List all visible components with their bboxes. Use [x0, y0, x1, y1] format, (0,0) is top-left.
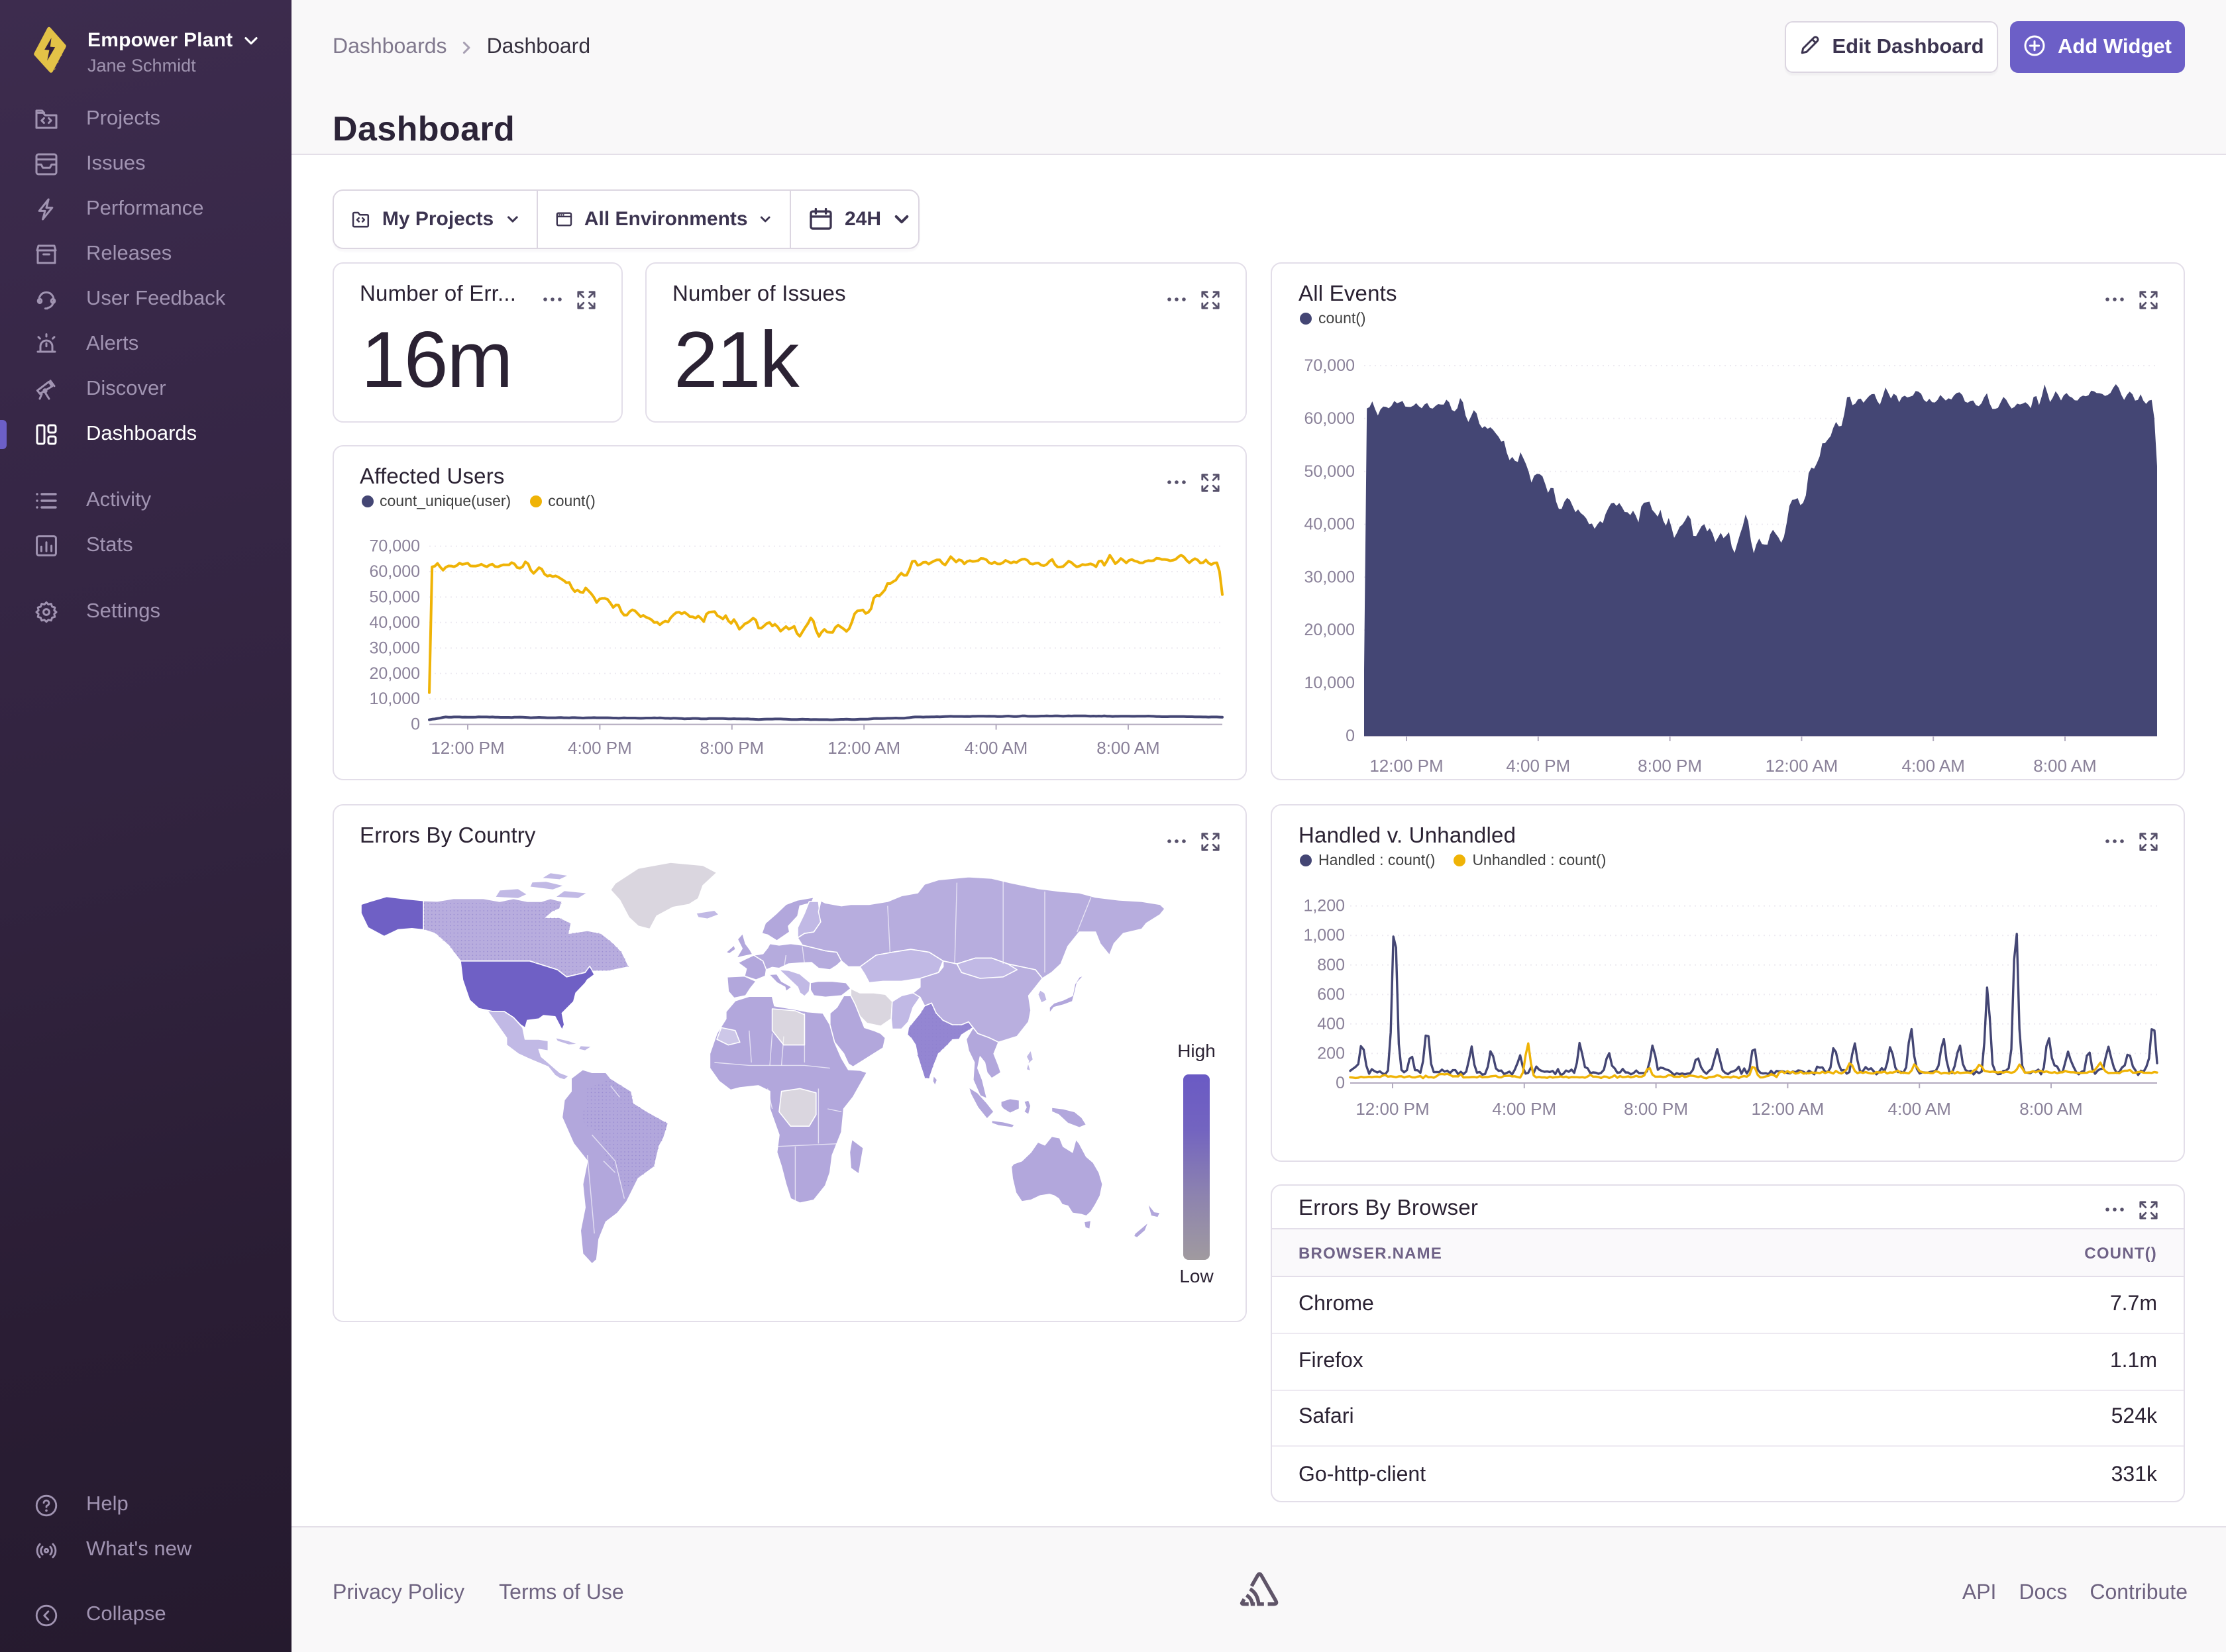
svg-text:50,000: 50,000 [1304, 462, 1355, 481]
svg-text:12:00 AM: 12:00 AM [1751, 1099, 1824, 1119]
svg-text:4:00 AM: 4:00 AM [1901, 756, 1964, 776]
svg-text:30,000: 30,000 [369, 639, 419, 657]
svg-text:30,000: 30,000 [1304, 568, 1355, 587]
svg-text:12:00 PM: 12:00 PM [1355, 1099, 1429, 1119]
svg-text:4:00 PM: 4:00 PM [567, 737, 631, 757]
svg-text:8:00 AM: 8:00 AM [2033, 756, 2096, 776]
svg-text:4:00 PM: 4:00 PM [1492, 1099, 1556, 1119]
svg-text:12:00 AM: 12:00 AM [1765, 756, 1838, 776]
svg-text:8:00 PM: 8:00 PM [1638, 756, 1702, 776]
svg-text:0: 0 [1336, 1074, 1345, 1092]
svg-text:60,000: 60,000 [369, 562, 419, 580]
svg-text:0: 0 [1346, 727, 1355, 746]
svg-text:10,000: 10,000 [1304, 674, 1355, 693]
svg-text:1,200: 1,200 [1303, 897, 1345, 915]
svg-text:400: 400 [1317, 1015, 1345, 1033]
svg-text:12:00 AM: 12:00 AM [827, 737, 900, 757]
svg-text:8:00 PM: 8:00 PM [699, 737, 763, 757]
svg-text:200: 200 [1317, 1044, 1345, 1062]
svg-text:800: 800 [1317, 956, 1345, 974]
svg-text:10,000: 10,000 [369, 690, 419, 708]
svg-text:8:00 AM: 8:00 AM [1096, 737, 1159, 757]
svg-text:20,000: 20,000 [369, 664, 419, 682]
svg-text:8:00 AM: 8:00 AM [2019, 1099, 2082, 1119]
svg-text:50,000: 50,000 [369, 588, 419, 606]
svg-text:600: 600 [1317, 985, 1345, 1004]
svg-text:12:00 PM: 12:00 PM [1369, 756, 1443, 776]
svg-text:4:00 AM: 4:00 AM [1887, 1099, 1950, 1119]
svg-text:4:00 PM: 4:00 PM [1506, 756, 1570, 776]
svg-text:12:00 PM: 12:00 PM [430, 737, 504, 757]
svg-text:60,000: 60,000 [1304, 409, 1355, 428]
svg-text:0: 0 [410, 715, 419, 733]
svg-text:4:00 AM: 4:00 AM [964, 737, 1027, 757]
svg-text:1,000: 1,000 [1303, 926, 1345, 945]
svg-text:40,000: 40,000 [1304, 515, 1355, 534]
svg-text:8:00 PM: 8:00 PM [1624, 1099, 1688, 1119]
svg-text:70,000: 70,000 [1304, 357, 1355, 376]
svg-text:70,000: 70,000 [369, 537, 419, 555]
svg-text:40,000: 40,000 [369, 613, 419, 631]
svg-text:20,000: 20,000 [1304, 621, 1355, 640]
